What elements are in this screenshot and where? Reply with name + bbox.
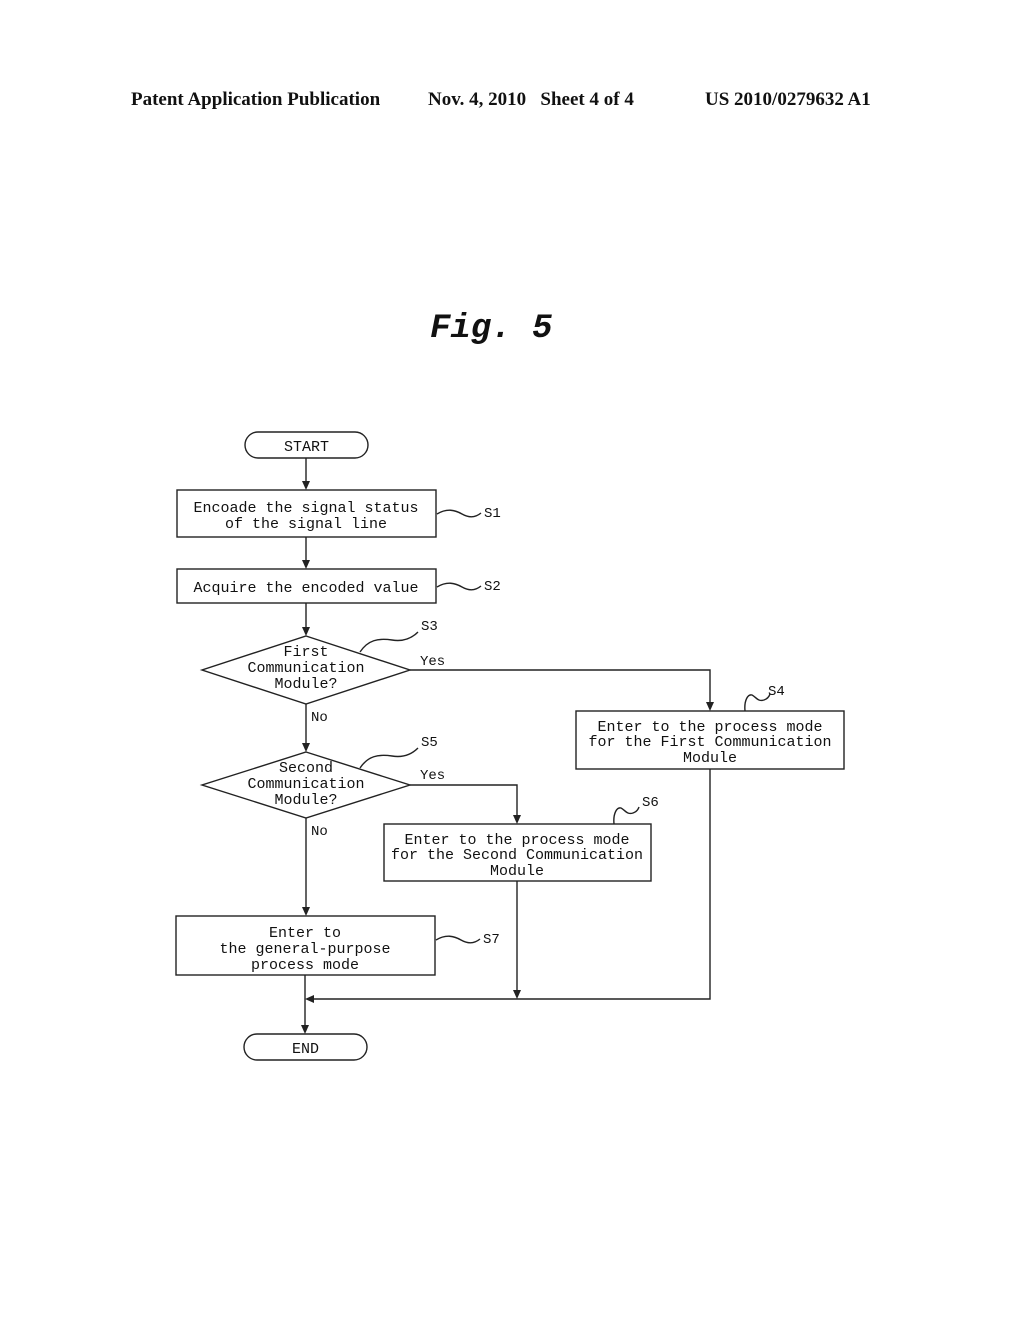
step-s2: Acquire the encoded value S2 [176,568,501,604]
decision-s3-no-label: No [311,710,328,726]
step-s2-id: S2 [484,579,501,595]
end-label: END [292,1041,319,1058]
decision-s3-id: S3 [421,619,438,635]
step-s7-line-1: Enter to [269,925,341,942]
decision-s5-line-1: Second [279,760,333,777]
decision-s3-leader [359,631,419,653]
flowchart: START Encoade the signal status of the s… [175,431,845,1061]
connector-s5-yes-s6 [410,784,518,816]
decision-s3: First Communication Module? S3 Yes No [199,619,445,726]
arrowhead [706,702,714,711]
step-s7-leader [435,935,481,944]
step-s4-line-2: for the First Communication [588,734,831,751]
step-s4-line-3: Module [683,750,737,767]
connector-s3-yes-s4 [410,669,711,703]
step-s1-leader [436,509,482,518]
start-label: START [284,439,329,456]
arrowhead [302,743,310,752]
arrowhead [513,990,521,999]
step-s6-id: S6 [642,795,659,811]
step-s7: Enter to the general-purpose process mod… [175,915,500,976]
end-terminal: END [243,1033,368,1061]
step-s6-line-2: for the Second Communication [391,847,643,864]
decision-s5-yes-label: Yes [420,768,445,784]
arrowhead [301,1025,309,1034]
arrowhead [302,627,310,636]
step-s7-id: S7 [483,932,500,948]
step-s1-id: S1 [484,506,501,522]
decision-s3-line-3: Module? [274,676,337,693]
step-s4-leader [744,693,771,712]
decision-s5-line-3: Module? [274,792,337,809]
decision-s3-line-2: Communication [247,660,364,677]
decision-s5-no-label: No [311,824,328,840]
start-terminal: START [244,431,369,459]
step-s6-leader [613,806,640,825]
arrowhead [302,907,310,916]
step-s6-line-3: Module [490,863,544,880]
decision-s3-line-1: First [283,644,328,661]
step-s7-line-2: the general-purpose [219,941,390,958]
decision-s5-id: S5 [421,735,438,751]
step-s2-line-1: Acquire the encoded value [193,580,418,597]
decision-s5-leader [359,747,419,769]
step-s2-leader [436,582,482,591]
step-s6: Enter to the process mode for the Second… [383,795,659,882]
step-s7-line-3: process mode [251,957,359,974]
step-s4-id: S4 [768,684,785,700]
arrowhead [513,815,521,824]
arrowhead [305,995,314,1003]
step-s1-line-2: of the signal line [225,516,387,533]
decision-s5-line-2: Communication [247,776,364,793]
step-s1: Encoade the signal status of the signal … [176,489,501,538]
arrowhead [302,560,310,569]
decision-s3-yes-label: Yes [420,654,445,670]
arrowhead [302,481,310,490]
step-s1-line-1: Encoade the signal status [193,500,418,517]
